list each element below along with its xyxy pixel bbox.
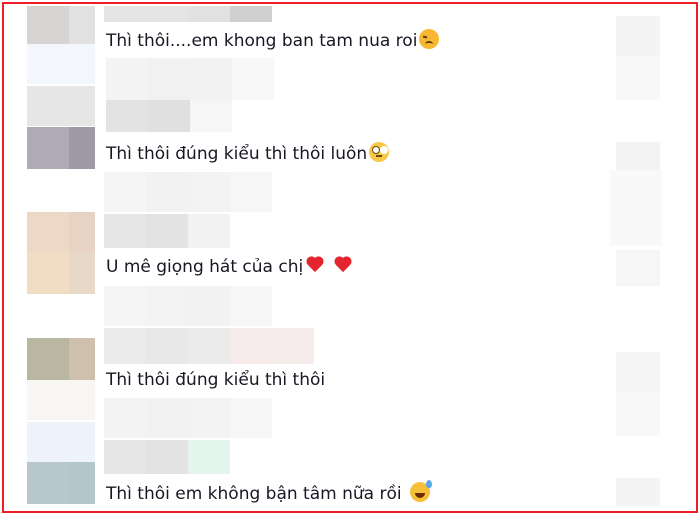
avatar[interactable] [27, 86, 95, 126]
comment-text: Thì thôi đúng kiểu thì thôi [106, 370, 326, 390]
comment-text: Thì thôi đúng kiểu thì thôi luôn [106, 142, 390, 165]
avatar[interactable] [27, 6, 69, 44]
grinning-face-with-sweat-icon [409, 480, 432, 502]
like-button[interactable] [616, 16, 660, 56]
avatar[interactable] [27, 212, 69, 252]
comment-text: Thì thôi em không bận tâm nữa rồi [106, 480, 432, 505]
like-button[interactable] [616, 250, 660, 286]
disappointed-face-icon [419, 29, 440, 49]
comment-text: U mê giọng hát của chị [106, 256, 353, 278]
red-heart-icon [307, 256, 325, 274]
like-button[interactable] [616, 478, 660, 506]
comment-text: Thì thôi....em khong ban tam nua roi [106, 29, 440, 52]
like-button[interactable] [616, 142, 660, 170]
avatar[interactable] [27, 338, 69, 380]
red-heart-icon [335, 256, 353, 274]
face-with-rolling-eyes-icon [369, 142, 390, 162]
avatar[interactable] [27, 422, 95, 462]
avatar[interactable] [27, 44, 95, 84]
like-button[interactable] [616, 352, 660, 392]
